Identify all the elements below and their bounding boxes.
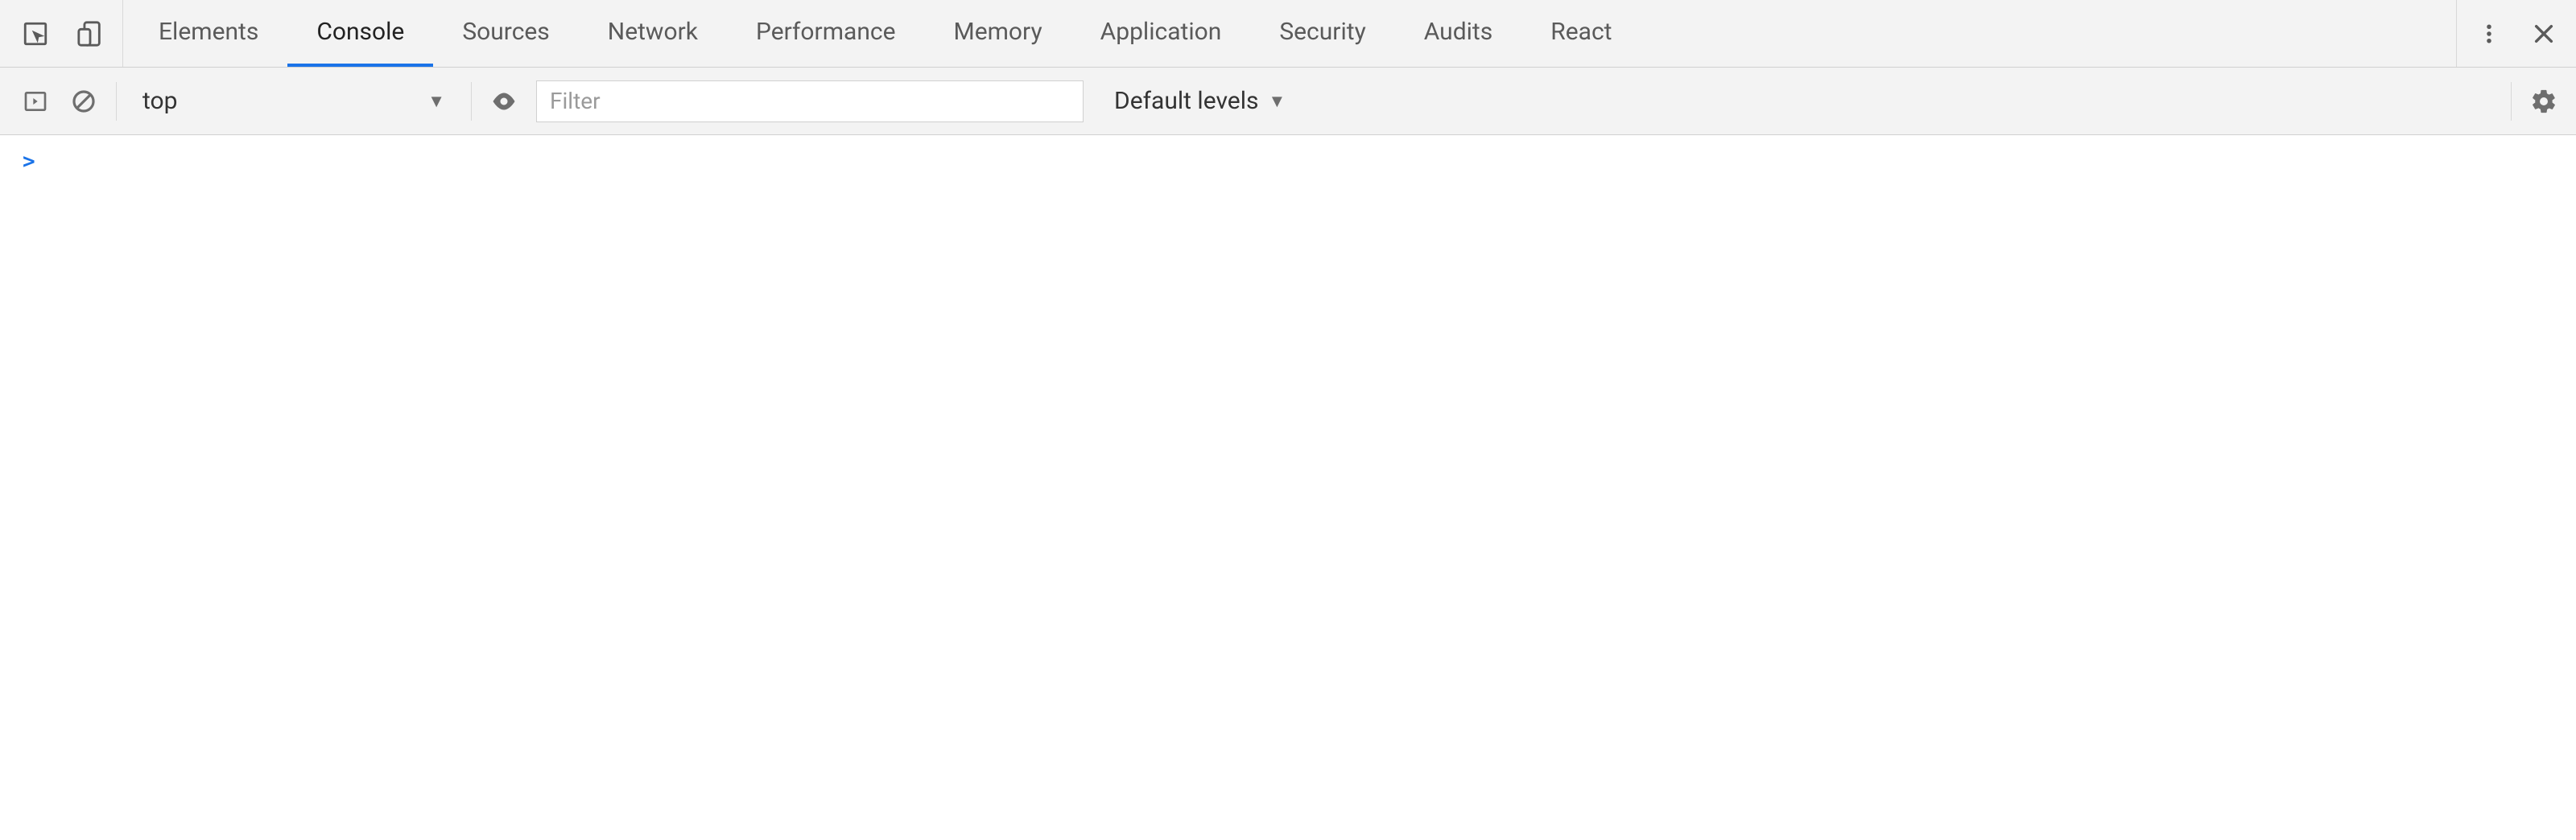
- devtools-tabs: Elements Console Sources Network Perform…: [130, 0, 1641, 67]
- tab-label: Memory: [954, 18, 1042, 46]
- tab-performance[interactable]: Performance: [727, 0, 925, 67]
- inspect-element-icon[interactable]: [19, 18, 52, 50]
- tab-console[interactable]: Console: [287, 0, 433, 67]
- tab-label: React: [1550, 18, 1612, 46]
- devtools-tab-bar: Elements Console Sources Network Perform…: [0, 0, 2576, 68]
- close-icon[interactable]: [2528, 18, 2560, 50]
- levels-label: Default levels: [1114, 87, 1258, 115]
- tab-bar-right-icons: [2456, 0, 2576, 67]
- tab-label: Console: [316, 18, 404, 46]
- tab-label: Application: [1100, 18, 1222, 46]
- console-toolbar: top ▼ Default levels ▼: [0, 68, 2576, 135]
- clear-console-icon[interactable]: [68, 85, 100, 117]
- tab-elements[interactable]: Elements: [130, 0, 287, 67]
- tab-label: Network: [608, 18, 698, 46]
- divider: [471, 82, 472, 121]
- tab-label: Elements: [159, 18, 258, 46]
- execution-context-select[interactable]: top ▼: [133, 87, 455, 115]
- toggle-console-sidebar-icon[interactable]: [19, 85, 52, 117]
- context-label: top: [142, 87, 177, 115]
- tab-label: Performance: [756, 18, 896, 46]
- tab-bar-left-icons: [0, 0, 123, 67]
- tab-network[interactable]: Network: [579, 0, 727, 67]
- tab-label: Sources: [462, 18, 549, 46]
- toggle-device-toolbar-icon[interactable]: [74, 18, 106, 50]
- chevron-down-icon: ▼: [427, 91, 445, 112]
- tab-sources[interactable]: Sources: [433, 0, 578, 67]
- tab-audits[interactable]: Audits: [1395, 0, 1521, 67]
- live-expression-icon[interactable]: [488, 85, 520, 117]
- filter-input[interactable]: [536, 80, 1084, 122]
- tab-label: Audits: [1424, 18, 1492, 46]
- console-prompt: >: [23, 150, 35, 174]
- divider: [116, 82, 117, 121]
- kebab-menu-icon[interactable]: [2473, 18, 2505, 50]
- tab-react[interactable]: React: [1521, 0, 1641, 67]
- console-body[interactable]: >: [0, 135, 2576, 188]
- gear-icon[interactable]: [2528, 85, 2560, 117]
- tab-memory[interactable]: Memory: [925, 0, 1071, 67]
- chevron-down-icon: ▼: [1268, 91, 1286, 112]
- log-levels-select[interactable]: Default levels ▼: [1100, 87, 1300, 115]
- tab-security[interactable]: Security: [1250, 0, 1394, 67]
- tab-application[interactable]: Application: [1071, 0, 1251, 67]
- toolbar-right: [2511, 82, 2560, 121]
- divider: [2511, 82, 2512, 121]
- tab-label: Security: [1279, 18, 1365, 46]
